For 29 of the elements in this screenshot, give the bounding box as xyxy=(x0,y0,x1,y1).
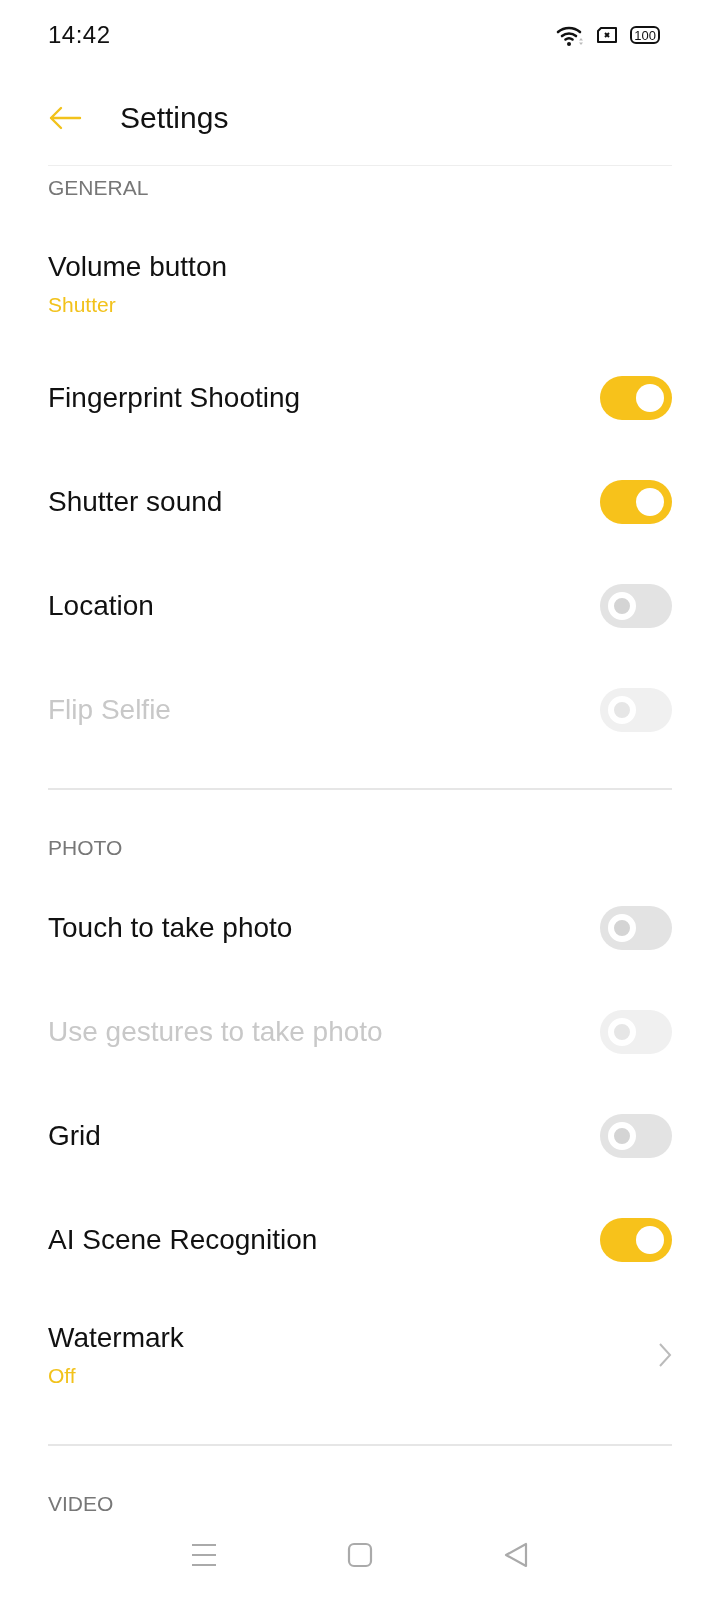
wifi-icon xyxy=(556,24,585,46)
setting-label: Fingerprint Shooting xyxy=(48,382,301,414)
setting-value: Shutter xyxy=(48,292,117,317)
menu-icon[interactable] xyxy=(191,1543,217,1567)
toggle-switch[interactable] xyxy=(600,1114,672,1158)
section-title: PHOTO xyxy=(48,836,123,860)
setting-label: Volume button xyxy=(48,250,228,283)
home-square-icon[interactable] xyxy=(347,1542,373,1568)
setting-label: Grid xyxy=(48,1120,101,1152)
sim-card-icon xyxy=(596,27,619,43)
setting-label: Touch to take photo xyxy=(48,912,293,944)
back-arrow-icon[interactable] xyxy=(48,105,82,130)
page-title: Settings xyxy=(120,100,229,135)
toggle-switch[interactable] xyxy=(600,906,672,950)
toggle-switch[interactable] xyxy=(600,584,672,628)
chevron-right-icon xyxy=(658,1342,672,1368)
status-time: 14:42 xyxy=(48,21,111,49)
setting-value: Off xyxy=(48,1364,77,1388)
setting-label: Watermark xyxy=(48,1322,184,1354)
battery-indicator: 100 xyxy=(630,26,660,44)
setting-label: AI Scene Recognition xyxy=(48,1224,318,1256)
setting-label: Shutter sound xyxy=(48,486,223,518)
setting-label: Location xyxy=(48,590,154,622)
section-title: GENERAL xyxy=(48,176,149,200)
toggle-switch[interactable] xyxy=(600,1218,672,1262)
toggle-switch[interactable] xyxy=(600,376,672,420)
toggle-switch[interactable] xyxy=(600,480,672,524)
section-title: VIDEO xyxy=(48,1492,114,1516)
back-triangle-icon[interactable] xyxy=(503,1541,529,1569)
